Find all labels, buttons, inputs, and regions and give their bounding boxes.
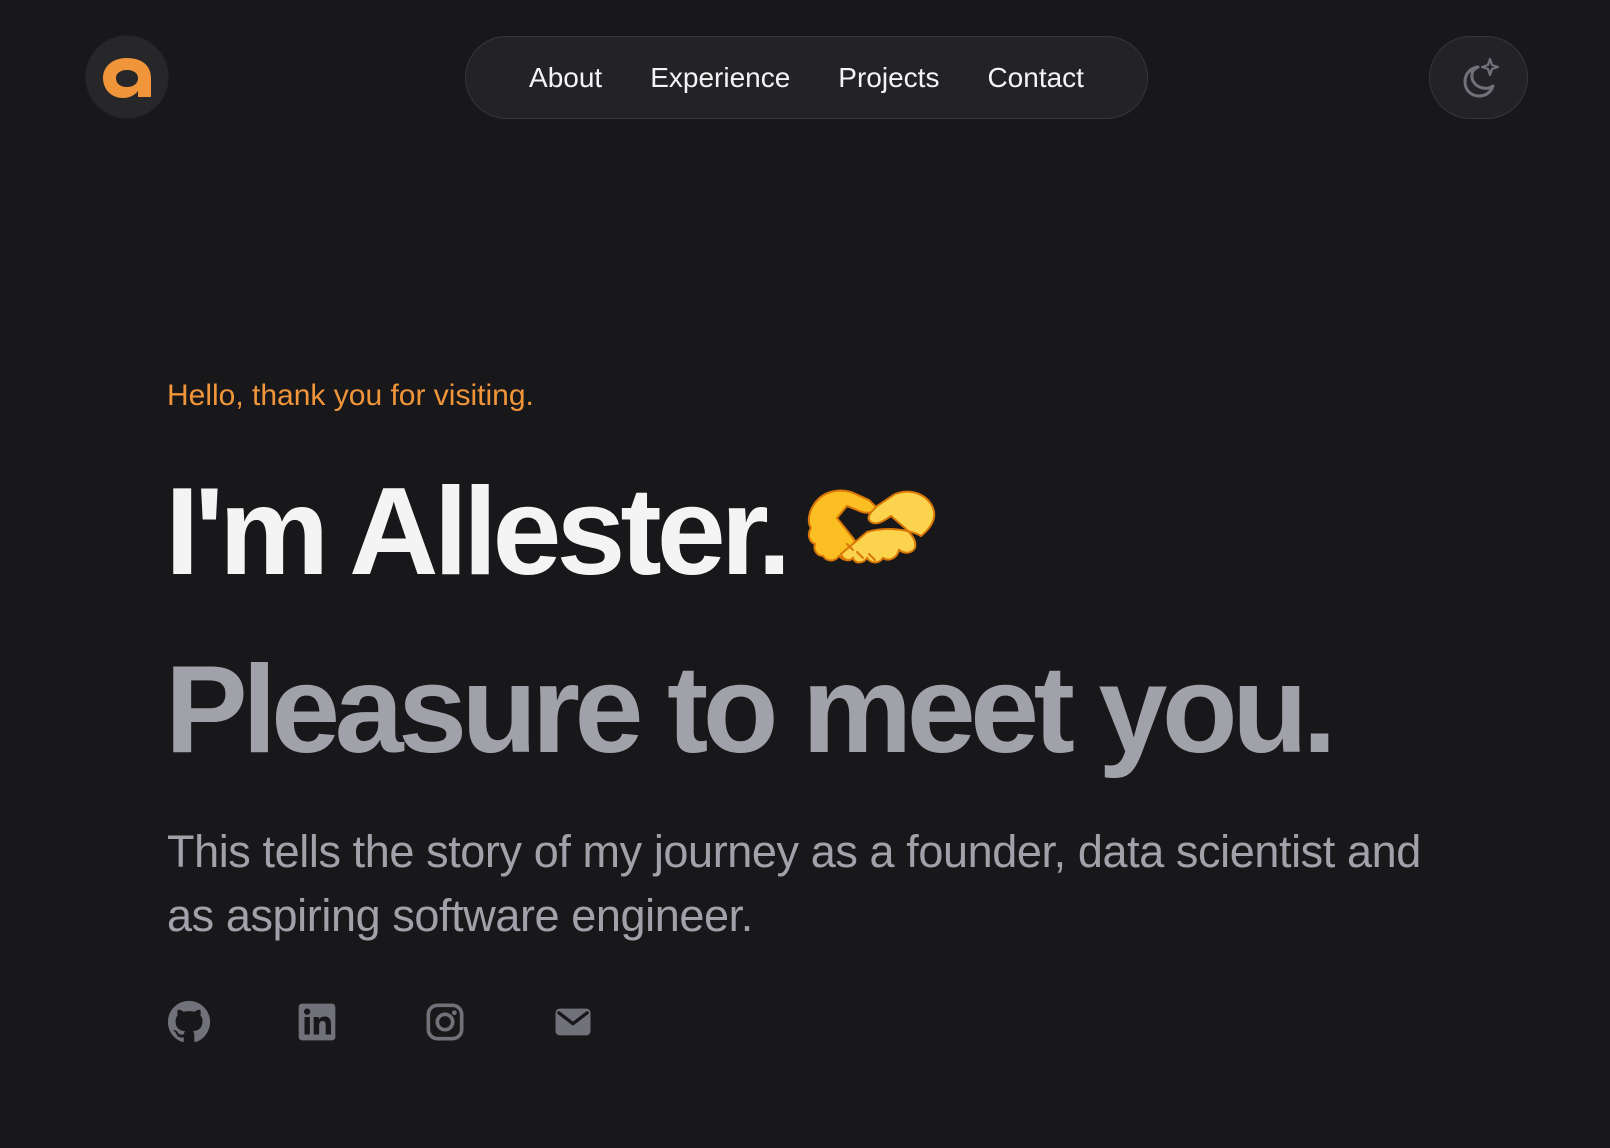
greeting-text: Hello, thank you for visiting.: [167, 379, 534, 412]
nav-projects[interactable]: Projects: [814, 36, 963, 119]
nav-about[interactable]: About: [505, 36, 626, 119]
logo-button[interactable]: [86, 36, 168, 118]
github-link[interactable]: [167, 1000, 211, 1044]
hero-title-line-1: I'm Allester.: [165, 468, 939, 596]
main-nav: About Experience Projects Contact: [465, 36, 1148, 119]
instagram-link[interactable]: [423, 1000, 467, 1044]
hero-section: Hello, thank you for visiting. I'm Alles…: [165, 372, 1467, 1043]
intro-text: This tells the story of my journey as a …: [167, 826, 1421, 941]
moon-sparkle-icon: [1463, 57, 1499, 97]
nav-experience[interactable]: Experience: [626, 36, 814, 119]
hero-title-name: I'm Allester.: [165, 463, 792, 601]
instagram-icon: [426, 1003, 464, 1041]
mail-icon: [555, 1008, 591, 1036]
github-icon: [167, 1000, 211, 1043]
nav-contact[interactable]: Contact: [963, 36, 1108, 119]
email-link[interactable]: [551, 1000, 595, 1044]
logo-icon: [103, 58, 151, 98]
linkedin-icon: [298, 1003, 336, 1041]
handshake-icon: [807, 468, 939, 596]
hero-title-line-2: Pleasure to meet you.: [165, 641, 1337, 779]
page: About Experience Projects Contact Hello,…: [0, 0, 1610, 1148]
theme-toggle-button[interactable]: [1429, 36, 1528, 119]
linkedin-link[interactable]: [295, 1000, 339, 1044]
social-links: [167, 1000, 679, 1044]
